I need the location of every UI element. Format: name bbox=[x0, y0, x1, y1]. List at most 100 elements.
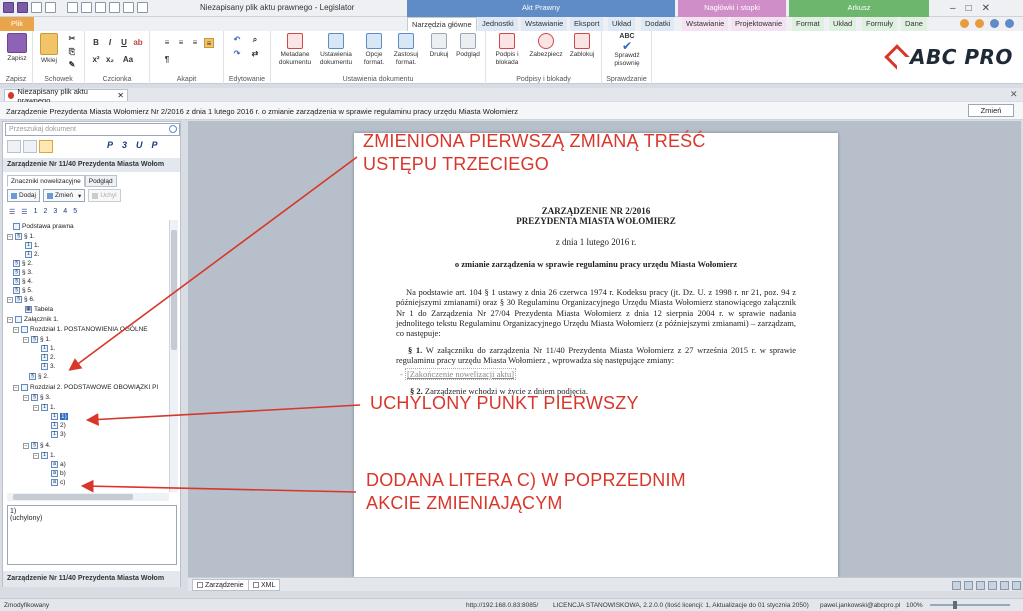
tree-node[interactable]: 1 2. bbox=[41, 353, 55, 362]
pages-view-icon[interactable] bbox=[23, 140, 37, 153]
level-2[interactable]: 2 bbox=[43, 208, 47, 216]
italic-icon[interactable]: I bbox=[105, 38, 115, 48]
tree-node[interactable]: 1 2) bbox=[51, 421, 66, 430]
tool-icon-4[interactable] bbox=[988, 581, 997, 590]
para-format-icon-1[interactable]: P bbox=[107, 140, 113, 150]
level-5[interactable]: 5 bbox=[73, 208, 77, 216]
scroll-thumb[interactable] bbox=[171, 230, 177, 350]
tree-node[interactable]: − § § 3. bbox=[23, 393, 51, 402]
zmien-button[interactable]: Zmień ▾ bbox=[42, 189, 86, 202]
tree-node[interactable]: § § 2. bbox=[13, 259, 33, 268]
open-doc-icon[interactable] bbox=[81, 2, 92, 13]
find-icon[interactable]: ⌕ bbox=[250, 35, 260, 45]
scroll-thumb[interactable] bbox=[13, 494, 133, 500]
subscript-icon[interactable]: x₂ bbox=[105, 55, 115, 65]
redo-icon[interactable]: ↷ bbox=[232, 49, 242, 59]
zabezpiecz-button[interactable]: Zabezpiecz bbox=[528, 33, 564, 59]
level-3[interactable]: 3 bbox=[53, 208, 57, 216]
tree-node[interactable]: 1 3) bbox=[51, 430, 66, 439]
collapse-icon[interactable]: − bbox=[7, 296, 13, 303]
tree-node[interactable]: − § § 6. bbox=[7, 295, 35, 304]
pilcrow-icon[interactable]: ¶ bbox=[162, 55, 172, 65]
doc-edit-icon[interactable] bbox=[109, 2, 120, 13]
tree-node[interactable]: § § 4. bbox=[13, 277, 33, 286]
align-left-icon[interactable]: ≡ bbox=[162, 38, 172, 48]
tool-icon-5[interactable] bbox=[1000, 581, 1009, 590]
tree-node[interactable]: § § 3. bbox=[13, 268, 33, 277]
justify-icon[interactable]: ≡ bbox=[204, 38, 214, 48]
collapse-icon[interactable]: − bbox=[7, 316, 13, 323]
tree-node-ustep-3[interactable]: 1 3. bbox=[41, 362, 55, 371]
tree-node-punkt-1[interactable]: 1 1) bbox=[51, 412, 68, 421]
tab-zarzadzenie[interactable]: Zarządzenie bbox=[192, 579, 249, 591]
tab-jednostki[interactable]: Jednostki bbox=[478, 17, 518, 31]
search-icon[interactable] bbox=[169, 125, 177, 133]
collapse-icon[interactable]: − bbox=[33, 404, 39, 411]
para-format-icon-2[interactable]: 3 bbox=[122, 140, 127, 150]
tab-wstawianie[interactable]: Wstawianie bbox=[521, 17, 568, 31]
replace-icon[interactable]: ⇄ bbox=[250, 49, 260, 59]
tool-icon-1[interactable] bbox=[952, 581, 961, 590]
tab-dodatki[interactable]: Dodatki bbox=[641, 17, 675, 31]
tab-projektowanie[interactable]: Projektowanie bbox=[731, 17, 787, 31]
collapse-all-icon[interactable]: ☰ bbox=[21, 208, 27, 216]
format-painter-icon[interactable]: ✎ bbox=[67, 60, 77, 70]
tree-node[interactable]: − § § 1. bbox=[7, 232, 35, 241]
tree-node[interactable]: − Załącznik 1. bbox=[7, 315, 59, 324]
level-1[interactable]: 1 bbox=[34, 208, 38, 216]
save-icon[interactable] bbox=[17, 2, 28, 13]
ustawienia-dokumentu-button[interactable]: Ustawienia dokumentu bbox=[316, 33, 356, 67]
tab-plik[interactable]: Plik bbox=[0, 17, 34, 31]
collapse-icon[interactable]: − bbox=[7, 233, 13, 240]
tree-node[interactable]: − § § 1. bbox=[23, 335, 51, 344]
level-4[interactable]: 4 bbox=[63, 208, 67, 216]
collapse-icon[interactable]: − bbox=[23, 336, 29, 343]
tree-node[interactable]: − § § 4. bbox=[23, 441, 51, 450]
tool-icon-6[interactable] bbox=[1012, 581, 1021, 590]
help-icon[interactable] bbox=[990, 19, 999, 28]
align-right-icon[interactable]: ≡ bbox=[190, 38, 200, 48]
tree-node-litera-c[interactable]: a c) bbox=[51, 478, 65, 487]
para-format-icon-3[interactable]: U bbox=[136, 140, 143, 150]
tab-eksport[interactable]: Eksport bbox=[570, 17, 604, 31]
tree-node[interactable]: − Rozdział 1. POSTANOWIENIA OGÓLNE bbox=[13, 325, 148, 334]
zmien-title-button[interactable]: Zmień bbox=[968, 104, 1014, 117]
uchyl-button[interactable]: Uchyl bbox=[88, 189, 121, 202]
doc-export-icon[interactable] bbox=[137, 2, 148, 13]
tree-node[interactable]: a a) bbox=[51, 460, 66, 469]
tab-narzedzia-glowne[interactable]: Narzędzia główne bbox=[407, 17, 477, 31]
tree-node[interactable]: § § 2. bbox=[29, 372, 49, 381]
tab-dane[interactable]: Dane bbox=[901, 17, 927, 31]
zoom-slider[interactable] bbox=[930, 601, 1010, 609]
strikethrough-icon[interactable]: ab bbox=[133, 38, 143, 48]
collapse-icon[interactable]: − bbox=[33, 452, 39, 459]
collapse-icon[interactable]: − bbox=[13, 384, 19, 391]
amendment-view-icon[interactable] bbox=[39, 140, 53, 153]
bold-icon[interactable]: B bbox=[91, 38, 101, 48]
close-document-icon[interactable]: ✕ bbox=[1010, 89, 1018, 100]
tree-vertical-scrollbar[interactable] bbox=[169, 220, 178, 492]
settings-icon[interactable] bbox=[975, 19, 984, 28]
tree-node[interactable]: − Rozdział 2. PODSTAWOWE OBOWIĄZKI PI bbox=[13, 383, 158, 392]
minimize-icon[interactable]: – bbox=[950, 3, 956, 14]
dropdown-icon[interactable] bbox=[45, 2, 56, 13]
doc-copy-icon[interactable] bbox=[123, 2, 134, 13]
podglad-button[interactable]: Podgląd bbox=[454, 33, 482, 59]
tab-format[interactable]: Format bbox=[792, 17, 824, 31]
superscript-icon[interactable]: x² bbox=[91, 55, 101, 65]
undo-icon[interactable]: ↶ bbox=[232, 35, 242, 45]
change-case-icon[interactable]: Aa bbox=[121, 55, 135, 65]
collapse-icon[interactable]: − bbox=[13, 326, 19, 333]
zapisz-button[interactable]: Zapisz bbox=[4, 33, 30, 63]
tree-node[interactable]: Podstawa prawna bbox=[13, 222, 74, 231]
zablokuj-button[interactable]: Zablokuj bbox=[567, 33, 597, 59]
structure-view-icon[interactable] bbox=[7, 140, 21, 153]
zoom-slider-knob[interactable] bbox=[953, 601, 957, 609]
maximize-icon[interactable]: □ bbox=[966, 3, 972, 14]
collapse-icon[interactable]: − bbox=[23, 394, 29, 401]
document-tab[interactable]: Niezapisany plik aktu prawnego ✕ bbox=[4, 87, 128, 105]
collapse-icon[interactable]: − bbox=[23, 442, 29, 449]
opcje-format-button[interactable]: Opcje format. bbox=[361, 33, 387, 67]
tree-horizontal-scrollbar[interactable] bbox=[7, 493, 169, 501]
tree-node[interactable]: 1 1. bbox=[41, 344, 55, 353]
